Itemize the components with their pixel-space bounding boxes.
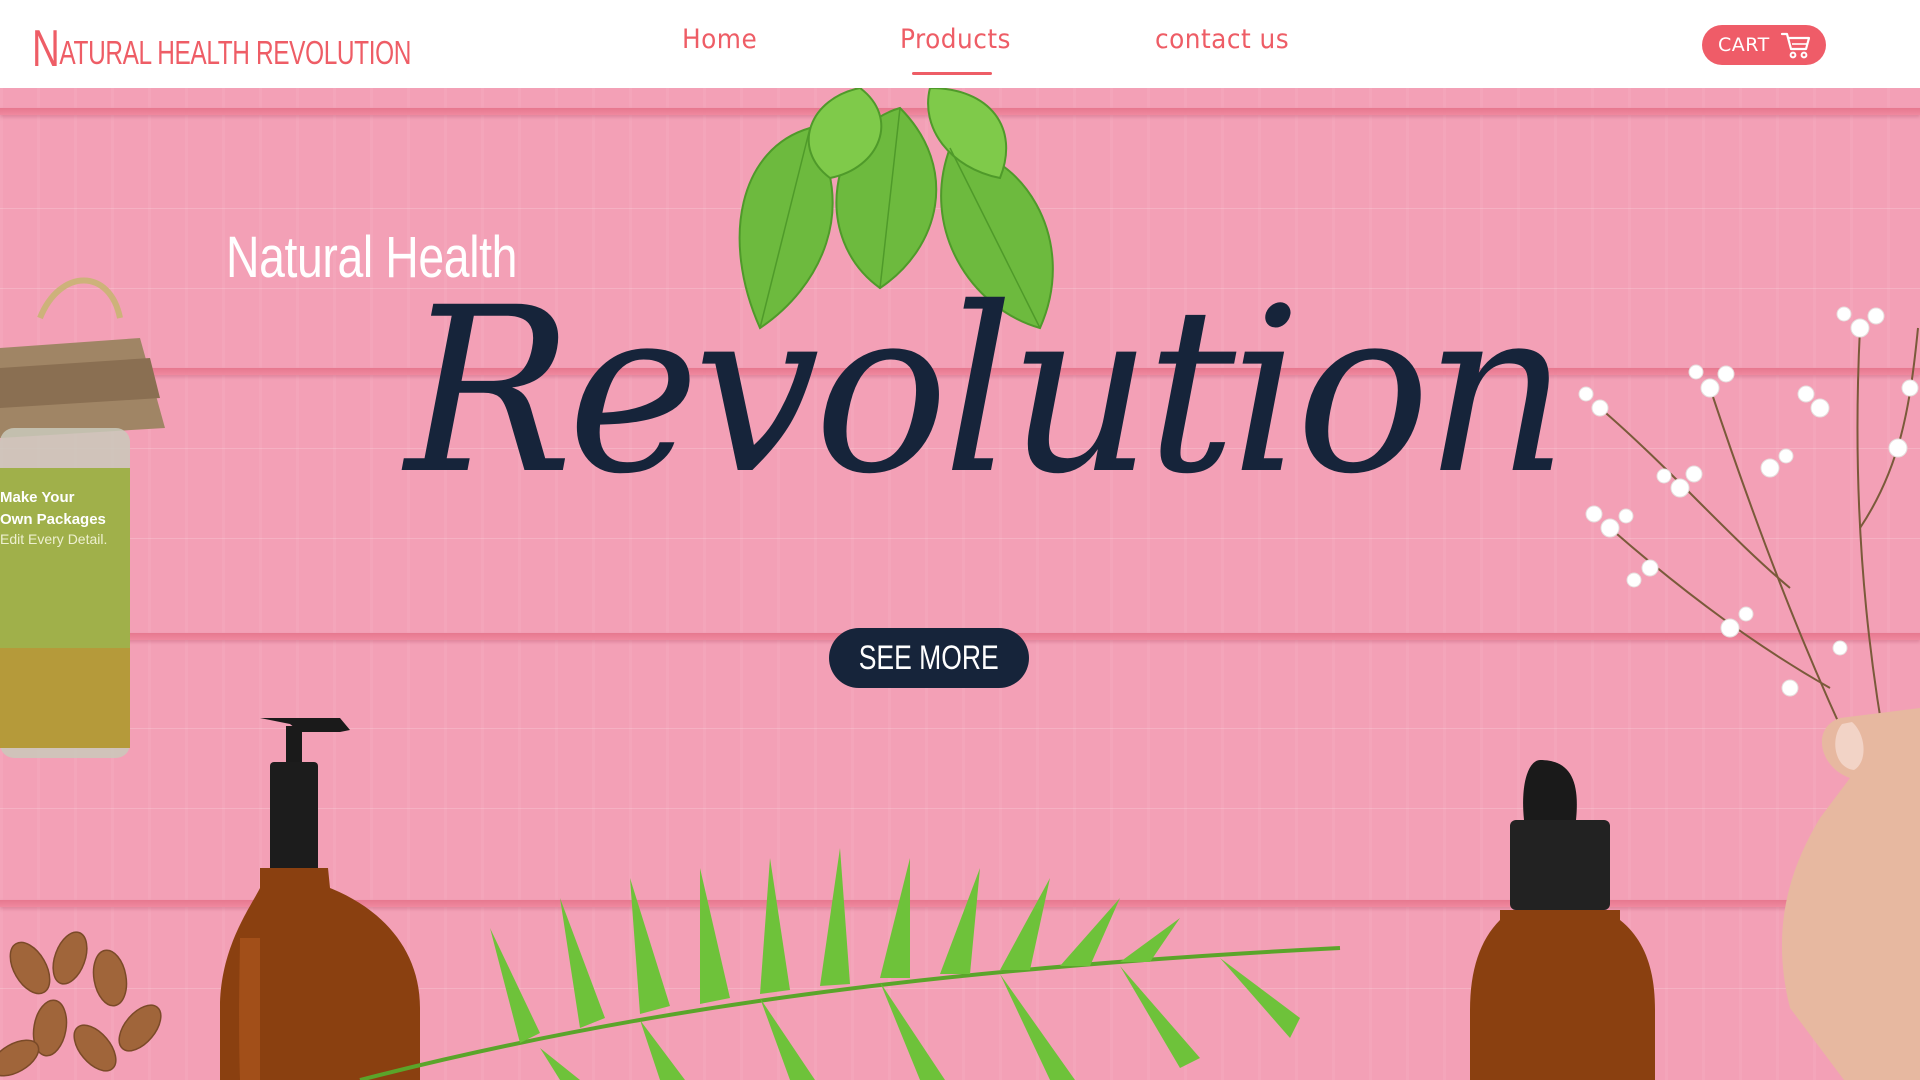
nav-link-products[interactable]: Products [900,24,1011,64]
shopping-cart-icon [1780,32,1810,59]
amber-dropper-bottle-image [1470,760,1655,1080]
active-nav-indicator [912,72,992,75]
hero-title: Revolution [405,258,1568,524]
nav-link-contact-us[interactable]: contact us [1155,24,1289,64]
logo-initial: N [32,20,60,78]
jar-label-line1: Make Your [0,489,75,506]
brand-logo[interactable]: N ATURAL HEALTH REVOLUTION [32,14,412,78]
hand-image [1781,708,1920,1080]
nav-link-home[interactable]: Home [682,24,757,64]
pollen-jar-image: Make Your Own Packages Edit Every Detail… [0,277,165,758]
see-more-button[interactable]: SEE MORE [829,628,1029,688]
hero-banner: Make Your Own Packages Edit Every Detail… [0,88,1920,1080]
top-navbar: N ATURAL HEALTH REVOLUTION Home Products … [0,0,1920,88]
jar-label-line3: Edit Every Detail. [0,531,107,547]
almonds-image [0,931,162,1077]
jar-label-line2: Own Packages [0,511,106,528]
cart-button[interactable]: CART [1702,25,1826,65]
cart-label: CART [1718,34,1770,56]
logo-text: ATURAL HEALTH REVOLUTION [59,34,412,71]
see-more-label: SEE MORE [858,638,999,677]
fern-leaf-image [359,848,1341,1080]
